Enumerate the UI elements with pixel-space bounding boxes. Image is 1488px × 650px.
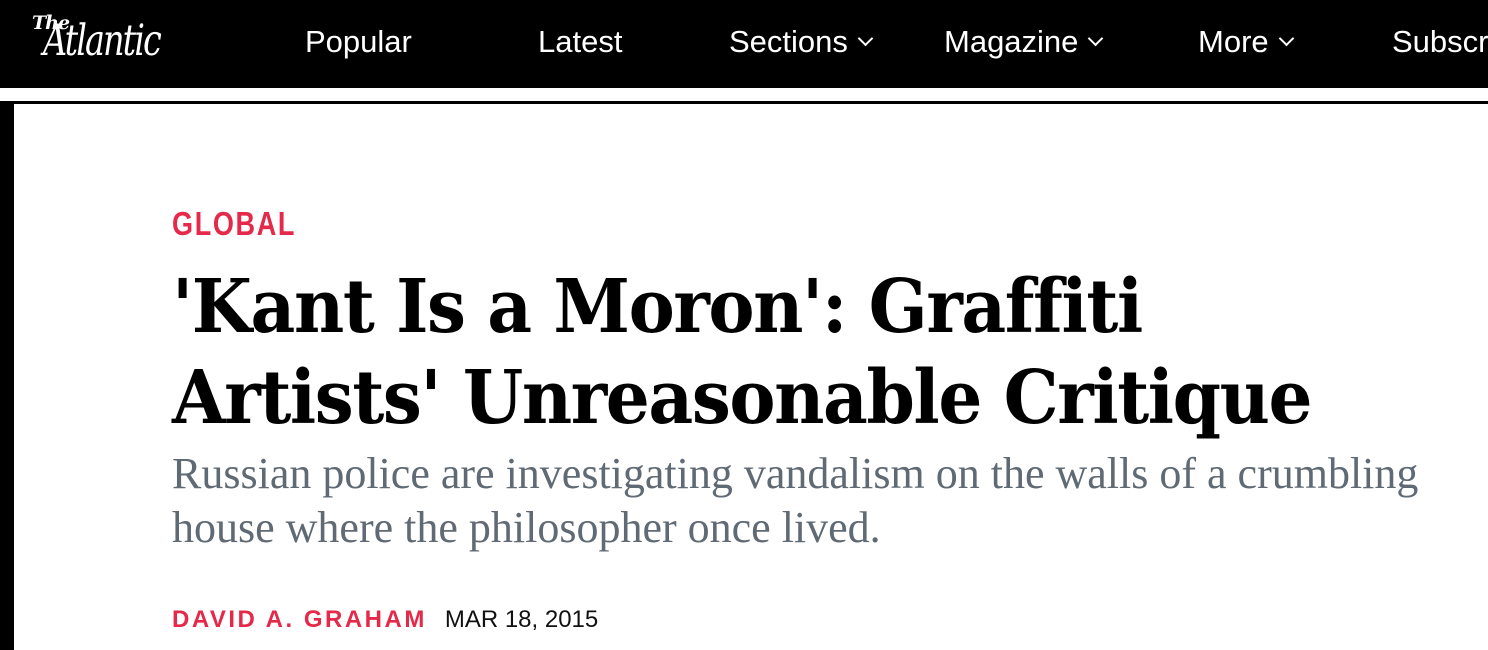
- nav-more[interactable]: More: [1198, 22, 1294, 62]
- nav-popular-label: Popular: [305, 24, 412, 59]
- nav-sections[interactable]: Sections: [729, 22, 874, 62]
- author-link[interactable]: DAVID A. GRAHAM: [172, 606, 427, 634]
- logo-main-text: Atlantic: [43, 16, 162, 66]
- nav-subscribe-label: Subscr: [1392, 24, 1488, 59]
- left-edge-bar: [0, 104, 14, 650]
- nav-subscribe[interactable]: Subscr: [1392, 22, 1488, 62]
- section-label[interactable]: GLOBAL: [172, 205, 296, 243]
- nav-latest-label: Latest: [538, 24, 623, 59]
- nav-more-label: More: [1198, 24, 1269, 59]
- nav-magazine-label: Magazine: [944, 24, 1079, 59]
- article-dek: Russian police are investigating vandali…: [172, 449, 1419, 552]
- top-navigation-bar: The Atlantic Popular Latest Sections Mag…: [0, 0, 1488, 88]
- publish-date: MAR 18, 2015: [444, 606, 599, 633]
- nav-popular[interactable]: Popular: [305, 22, 412, 62]
- nav-sections-label: Sections: [729, 24, 848, 59]
- chevron-down-icon: [1278, 30, 1294, 46]
- nav-latest[interactable]: Latest: [538, 22, 622, 62]
- header-divider: [0, 101, 1488, 104]
- chevron-down-icon: [1088, 30, 1104, 46]
- nav-magazine[interactable]: Magazine: [944, 22, 1104, 62]
- chevron-down-icon: [857, 30, 874, 46]
- article-headline: 'Kant Is a Moron': Graffiti Artists' Unr…: [172, 264, 1313, 441]
- byline: DAVID A. GRAHAM MAR 18, 2015: [172, 606, 598, 634]
